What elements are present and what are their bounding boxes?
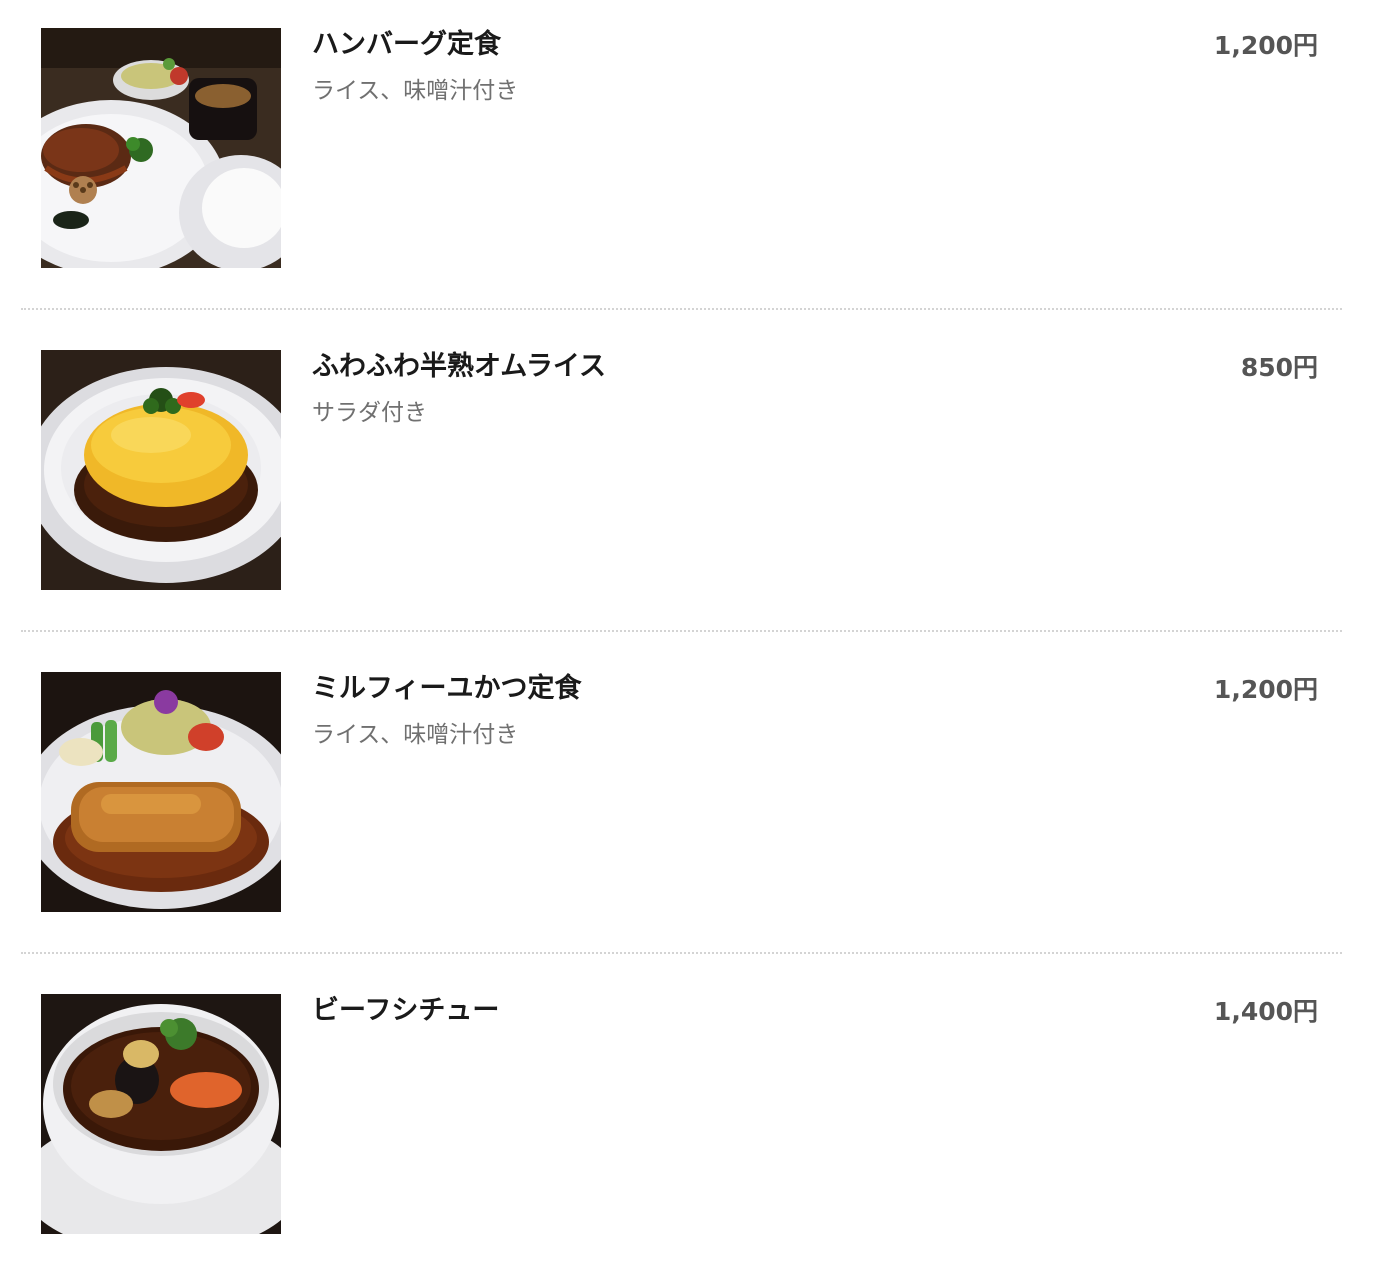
menu-item[interactable]: ミルフィーユかつ定食 ライス、味噌汁付き 1,200円: [0, 644, 1374, 966]
omurice-image: [41, 350, 281, 590]
mille-feuille-katsu-image: [41, 672, 281, 912]
menu-item-name: ふわふわ半熟オムライス: [312, 351, 607, 382]
menu-item[interactable]: ふわふわ半熟オムライス サラダ付き 850円: [0, 322, 1374, 644]
divider: [21, 308, 1342, 310]
divider: [21, 630, 1342, 632]
omurice-photo[interactable]: [41, 350, 281, 590]
menu-item-description: ライス、味噌汁付き: [312, 78, 519, 104]
menu-item-description: ライス、味噌汁付き: [312, 722, 519, 748]
menu-item-name: ミルフィーユかつ定食: [312, 673, 582, 704]
menu-item[interactable]: ビーフシチュー 1,400円: [0, 966, 1374, 1288]
menu-item-price: 850円: [1240, 353, 1318, 382]
menu-item-price: 1,400円: [1213, 997, 1318, 1026]
hamburg-steak-set-image: [41, 28, 281, 268]
menu-list: ハンバーグ定食 ライス、味噌汁付き 1,200円 ふわふわ半熟オムライス サラダ…: [0, 0, 1374, 1288]
menu-item-price: 1,200円: [1213, 675, 1318, 704]
menu-item[interactable]: ハンバーグ定食 ライス、味噌汁付き 1,200円: [0, 0, 1374, 322]
menu-item-description: サラダ付き: [312, 400, 427, 426]
menu-item-name: ハンバーグ定食: [312, 29, 501, 60]
hamburg-steak-set-photo[interactable]: [41, 28, 281, 268]
beef-stew-image: [41, 994, 281, 1234]
mille-feuille-katsu-set-photo[interactable]: [41, 672, 281, 912]
menu-item-name: ビーフシチュー: [312, 995, 500, 1026]
divider: [21, 952, 1342, 954]
menu-item-price: 1,200円: [1213, 31, 1318, 60]
beef-stew-photo[interactable]: [41, 994, 281, 1234]
